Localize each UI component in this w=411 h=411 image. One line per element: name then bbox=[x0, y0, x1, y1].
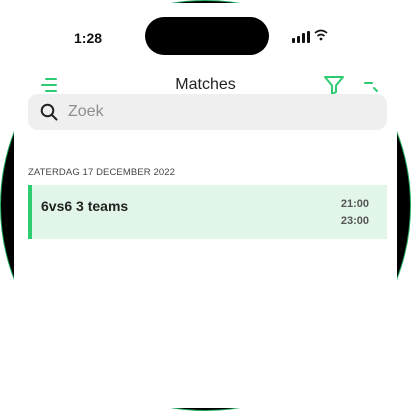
wifi-icon bbox=[314, 29, 328, 41]
status-time: 1:28 bbox=[74, 30, 103, 46]
match-list-item[interactable]: 6vs6 3 teams 21:00 23:00 bbox=[28, 185, 387, 239]
search-input[interactable] bbox=[66, 102, 370, 122]
signal-icon bbox=[292, 29, 310, 43]
match-end-time: 23:00 bbox=[340, 215, 369, 227]
match-start-time: 21:00 bbox=[340, 198, 369, 210]
more-options-icon[interactable] bbox=[362, 75, 382, 95]
match-name: 6vs6 3 teams bbox=[41, 198, 129, 214]
section-date-header: ZATERDAG 17 DECEMBER 2022 bbox=[28, 167, 175, 178]
search-icon bbox=[40, 103, 58, 121]
search-bar[interactable] bbox=[28, 94, 387, 130]
app-screen: 1:28 Matches ZATERDAG 17 DECEMBER 2022 6… bbox=[14, 3, 397, 408]
dynamic-island bbox=[145, 17, 269, 55]
